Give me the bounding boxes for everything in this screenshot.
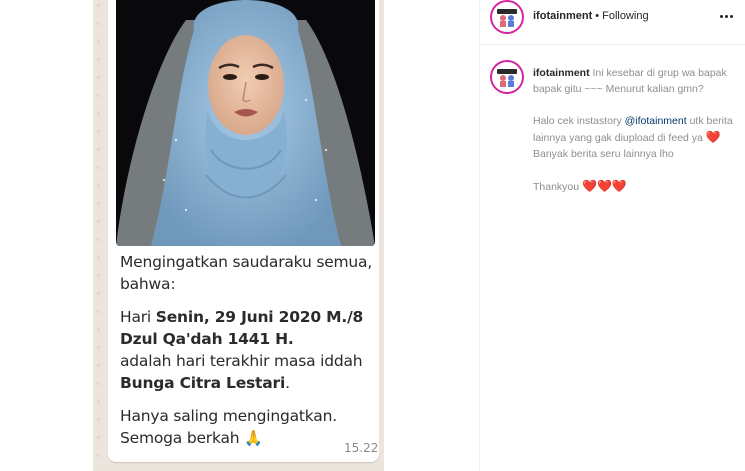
- caption-fragment: Halo cek instastory: [533, 115, 625, 127]
- message-text: Mengingatkan saudaraku semua, bahwa: Har…: [120, 251, 375, 460]
- caption-fragment: Banyak berita seru lainnya lho: [533, 148, 674, 160]
- message-line: Hanya saling mengingatkan.: [120, 407, 337, 425]
- message-date-bold: Senin, 29 Juni 2020 M./8: [155, 308, 364, 326]
- username-link[interactable]: ifotainment: [533, 10, 592, 22]
- message-name-bold: Bunga Citra Lestari: [120, 374, 286, 392]
- caption-text: ifotainment Ini kesebar di grup wa bapak…: [533, 65, 738, 211]
- separator-dot: •: [595, 10, 600, 22]
- heart-icon: ❤️: [705, 130, 721, 144]
- message-text-fragment: .: [285, 374, 290, 392]
- caption-username-link[interactable]: ifotainment: [533, 67, 590, 79]
- ifotainment-logo-icon[interactable]: [492, 2, 522, 32]
- praying-hands-icon: 🙏: [244, 429, 263, 447]
- message-text-fragment: Semoga berkah: [120, 429, 245, 447]
- message-line: Mengingatkan saudaraku semua,: [120, 253, 373, 271]
- message-timestamp: 15.22: [344, 441, 379, 455]
- mention-link[interactable]: @ifotainment: [625, 115, 687, 127]
- post-header: ifotainment • Following: [480, 0, 745, 45]
- portrait-photo: [116, 0, 375, 246]
- ifotainment-logo-icon[interactable]: [492, 62, 522, 92]
- following-button[interactable]: Following: [602, 10, 648, 22]
- message-line: adalah hari terakhir masa iddah: [120, 352, 363, 370]
- heart-icon: ❤️❤️❤️: [582, 179, 627, 193]
- post-image[interactable]: Mengingatkan saudaraku semua, bahwa: Har…: [0, 0, 479, 471]
- message-date-bold: Dzul Qa'dah 1441 H.: [120, 330, 294, 348]
- instagram-post-panel: ifotainment • Following ifotainment Ini ke…: [479, 0, 745, 471]
- caption-fragment: Thankyou: [533, 181, 583, 193]
- more-options-icon[interactable]: [718, 8, 734, 24]
- message-line: bahwa:: [120, 275, 176, 293]
- message-text-fragment: Hari: [120, 308, 156, 326]
- post-author-line: ifotainment • Following: [533, 10, 649, 22]
